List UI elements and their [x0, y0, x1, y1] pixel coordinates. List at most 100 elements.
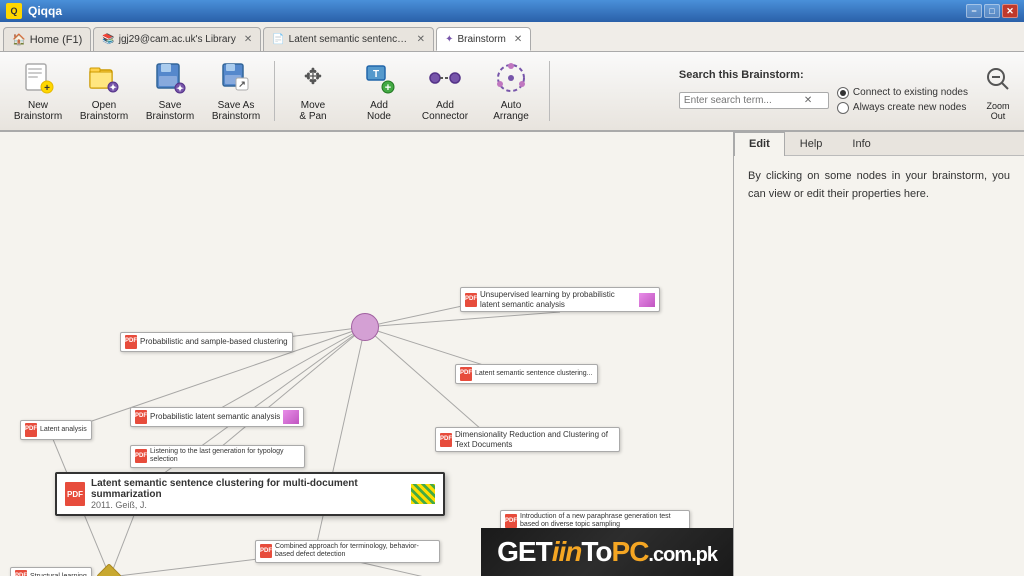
save-brainstorm-button[interactable]: ✦ Save Brainstorm: [138, 56, 202, 126]
pdf-icon: PDF: [135, 410, 147, 424]
node-label: Listening to the last generation for typ…: [150, 448, 300, 465]
node-label: Dimensionality Reduction and Clustering …: [455, 430, 615, 449]
tab-latent-label: Latent semantic sentence clustering...: [289, 34, 409, 45]
panel-content: By clicking on some nodes in your brains…: [734, 156, 1024, 215]
hub-node-1[interactable]: [96, 563, 121, 576]
node-patch: [639, 293, 655, 307]
node-dimensionality[interactable]: PDF Dimensionality Reduction and Cluster…: [435, 427, 620, 452]
add-connector-icon: [427, 60, 463, 96]
node-label: Combined approach for terminology, behav…: [275, 543, 435, 560]
svg-text:↗: ↗: [238, 79, 246, 89]
wm-get: GET: [497, 536, 552, 567]
wm-to: To: [581, 536, 611, 567]
search-group: Search this Brainstorm:: [679, 69, 968, 81]
pdf-icon: PDF: [15, 570, 27, 576]
search-input[interactable]: [684, 95, 804, 106]
node-label: Probabilistic latent semantic analysis: [150, 412, 280, 422]
move-pan-label: Move & Pan: [299, 100, 326, 122]
tab-latent[interactable]: 📄 Latent semantic sentence clustering...…: [263, 27, 434, 51]
watermark-text: GETiinToPC.com.pk: [497, 536, 717, 568]
zoom-out-label: Zoom Out: [986, 101, 1009, 121]
panel-help-text: By clicking on some nodes in your brains…: [748, 168, 1010, 203]
title-bar: Q Qiqqa − □ ✕: [0, 0, 1024, 22]
brainstorm-tab-icon: ✦: [445, 34, 453, 45]
tab-brainstorm[interactable]: ✦ Brainstorm ✕: [436, 27, 531, 51]
node-listening[interactable]: PDF Listening to the last generation for…: [130, 445, 305, 468]
tab-library-close[interactable]: ✕: [244, 34, 252, 45]
save-as-brainstorm-button[interactable]: ↗ Save As Brainstorm: [204, 56, 268, 126]
wm-domain: .com.pk: [648, 544, 717, 566]
zoom-out-button[interactable]: Zoom Out: [978, 56, 1018, 126]
central-node-1[interactable]: [351, 313, 379, 341]
tab-home[interactable]: 🏠 Home (F1): [3, 27, 91, 51]
tab-home-label: Home (F1): [30, 34, 83, 46]
tab-bar: 🏠 Home (F1) 📚 jgj29@cam.ac.uk's Library …: [0, 22, 1024, 52]
panel-tab-edit[interactable]: Edit: [734, 132, 785, 156]
pdf-icon: PDF: [440, 433, 452, 447]
pdf-icon: PDF: [25, 423, 37, 437]
close-button[interactable]: ✕: [1002, 4, 1018, 18]
search-input-wrap: ✕: [679, 92, 829, 109]
open-brainstorm-label: Open Brainstorm: [80, 100, 128, 122]
save-as-brainstorm-icon: ↗: [218, 60, 254, 96]
tab-brainstorm-label: Brainstorm: [457, 34, 505, 45]
add-connector-button[interactable]: Add Connector: [413, 56, 477, 126]
node-label: Latent semantic sentence clustering...: [475, 370, 593, 378]
pdf-icon: PDF: [465, 293, 477, 307]
app-icon: Q: [6, 3, 22, 19]
watermark: GETiinToPC.com.pk: [481, 528, 733, 576]
minimize-button[interactable]: −: [966, 4, 982, 18]
save-brainstorm-icon: ✦: [152, 60, 188, 96]
svg-text:✦: ✦: [176, 84, 184, 94]
add-connector-label: Add Connector: [422, 100, 468, 122]
wm-iin: iin: [552, 536, 582, 567]
add-node-button[interactable]: T + Add Node: [347, 56, 411, 126]
featured-content: Latent semantic sentence clustering for …: [91, 478, 405, 510]
zoom-out-icon: [980, 61, 1016, 97]
move-pan-button[interactable]: ✥ Move & Pan: [281, 56, 345, 126]
toolbar: + New Brainstorm ✦ Open Brainstorm: [0, 52, 1024, 132]
radio-create-new[interactable]: Always create new nodes: [837, 102, 968, 114]
node-latent-analysis[interactable]: PDF Latent analysis: [20, 420, 92, 440]
svg-text:✥: ✥: [304, 64, 322, 89]
node-prob-latent[interactable]: PDF Probabilistic latent semantic analys…: [130, 407, 304, 427]
radio-connect-existing[interactable]: Connect to existing nodes: [837, 87, 968, 99]
featured-pdf-icon: PDF: [65, 482, 85, 506]
tab-brainstorm-close[interactable]: ✕: [514, 34, 522, 45]
node-patch: [283, 410, 299, 424]
featured-node[interactable]: PDF Latent semantic sentence clustering …: [55, 472, 445, 516]
svg-text:T: T: [373, 69, 379, 80]
right-panel: Edit Help Info By clicking on some nodes…: [734, 132, 1024, 576]
radio-group: Connect to existing nodes Always create …: [837, 87, 968, 114]
panel-tab-help[interactable]: Help: [785, 132, 838, 155]
home-icon: 🏠: [12, 33, 26, 46]
svg-text:✦: ✦: [109, 83, 117, 93]
save-as-brainstorm-label: Save As Brainstorm: [212, 100, 260, 122]
brainstorm-canvas[interactable]: PDF Unsupervised learning by probabilist…: [0, 132, 734, 576]
tab-library[interactable]: 📚 jgj29@cam.ac.uk's Library ✕: [93, 27, 261, 51]
svg-text:+: +: [385, 82, 391, 94]
toolbar-right: Search this Brainstorm: ✕ Connect to exi…: [679, 69, 968, 114]
radio-connect-dot: [837, 87, 849, 99]
radio-create-dot: [837, 102, 849, 114]
panel-tab-info[interactable]: Info: [837, 132, 885, 155]
node-structural[interactable]: PDF Structural learning: [10, 567, 92, 576]
auto-arrange-button[interactable]: Auto Arrange: [479, 56, 543, 126]
node-latent-small[interactable]: PDF Latent semantic sentence clustering.…: [455, 364, 598, 384]
window-controls[interactable]: − □ ✕: [966, 4, 1018, 18]
node-unsupervised[interactable]: PDF Unsupervised learning by probabilist…: [460, 287, 660, 312]
add-node-icon: T +: [361, 60, 397, 96]
open-brainstorm-button[interactable]: ✦ Open Brainstorm: [72, 56, 136, 126]
maximize-button[interactable]: □: [984, 4, 1000, 18]
new-brainstorm-button[interactable]: + New Brainstorm: [6, 56, 70, 126]
new-brainstorm-icon: +: [20, 60, 56, 96]
node-label: Probabilistic and sample-based clusterin…: [140, 337, 288, 347]
node-combined[interactable]: PDF Combined approach for terminology, b…: [255, 540, 440, 563]
panel-tabs: Edit Help Info: [734, 132, 1024, 156]
svg-text:+: +: [44, 83, 50, 94]
doc-icon: 📄: [272, 34, 284, 45]
search-clear-button[interactable]: ✕: [804, 95, 812, 106]
pdf-icon: PDF: [460, 367, 472, 381]
tab-latent-close[interactable]: ✕: [417, 34, 425, 45]
node-prob-cluster[interactable]: PDF Probabilistic and sample-based clust…: [120, 332, 293, 352]
